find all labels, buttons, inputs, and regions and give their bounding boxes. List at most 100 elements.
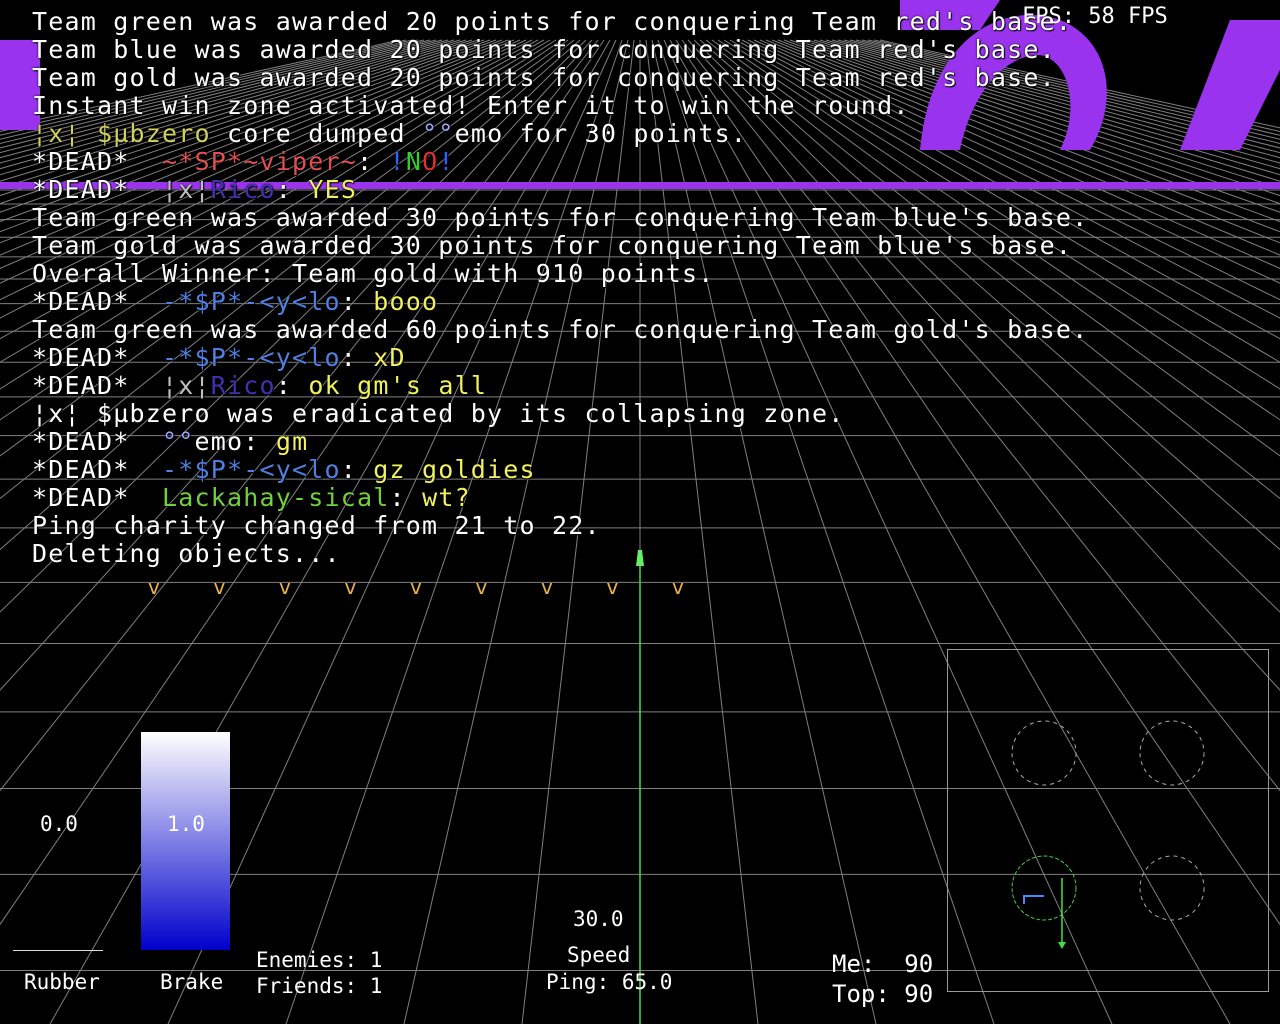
checkpoint-marker: v: [475, 575, 488, 599]
console-segment: *DEAD*: [32, 427, 163, 456]
console-segment: :: [275, 175, 309, 204]
console-segment: :: [389, 483, 423, 512]
minimap-base: [1011, 720, 1077, 786]
console-segment: Team gold was awarded 30 points for conq…: [32, 231, 1073, 260]
console-segment: Rico: [210, 175, 276, 204]
console-segment: Lackahay-sical: [162, 483, 390, 512]
console-segment: O: [422, 147, 439, 176]
console-segment: *DEAD*: [32, 455, 163, 484]
console-line: Team gold was awarded 30 points for conq…: [32, 232, 1272, 260]
my-score: Me: 90: [832, 950, 934, 978]
checkpoint-marker: v: [213, 575, 226, 599]
console-line: Team blue was awarded 20 points for conq…: [32, 36, 1272, 64]
console-line: *DEAD* °°emo: gm: [32, 428, 1272, 456]
friends-count: Friends: 1: [256, 974, 383, 998]
console-segment: Team blue was awarded 20 points for conq…: [32, 35, 1056, 64]
console-segment: :: [243, 427, 276, 456]
rubber-value: 0.0: [40, 812, 78, 836]
console-segment: Team green was awarded 30 points for con…: [32, 203, 1089, 232]
console-segment: Ping charity changed from 21 to 22.: [32, 511, 601, 540]
checkpoint-marker: v: [672, 575, 684, 599]
console-segment: *DEAD*: [32, 343, 163, 372]
console-segment: ~*SP*~viper~: [162, 147, 358, 176]
console-segment: *DEAD*: [32, 371, 163, 400]
minimap: [947, 649, 1269, 992]
console-segment: xD: [373, 343, 406, 372]
rubber-meter: [13, 950, 103, 951]
enemies-count: Enemies: 1: [256, 948, 383, 972]
console-segment: °°: [422, 119, 455, 148]
checkpoint-marker: v: [541, 575, 553, 599]
console-segment: :: [340, 343, 374, 372]
console-segment: gm: [275, 427, 309, 456]
checkpoint-marker: v: [279, 575, 291, 599]
console-segment: Rico: [210, 371, 276, 400]
console-segment: ¦x¦ $µbzero: [32, 119, 211, 148]
minimap-player-trail: [1023, 895, 1044, 904]
console-segment: -*$P*-<y<lo: [162, 455, 341, 484]
console-line: Ping charity changed from 21 to 22.: [32, 512, 1272, 540]
minimap-player-arrow: [1058, 942, 1066, 949]
console-segment: core dumped: [210, 119, 423, 148]
console-segment: emo for 30 points.: [454, 119, 748, 148]
console-line: *DEAD* ~*SP*~viper~: !NO!: [32, 148, 1272, 176]
console-segment: :: [340, 287, 374, 316]
console-segment: *DEAD*: [32, 287, 163, 316]
console-line: Overall Winner: Team gold with 910 point…: [32, 260, 1272, 288]
console-line: Deleting objects...: [32, 540, 1272, 568]
console-line: *DEAD* -*$P*-<y<lo: gz goldies: [32, 456, 1272, 484]
top-score: Top: 90: [832, 980, 934, 1008]
console-segment: *DEAD*: [32, 483, 163, 512]
brake-label: Brake: [160, 970, 224, 994]
console-line: Instant win zone activated! Enter it to …: [32, 92, 1272, 120]
console-segment: booo: [373, 287, 439, 316]
console-segment: wt?: [422, 483, 471, 512]
console-segment: gz goldies: [373, 455, 536, 484]
console-segment: YES: [308, 175, 358, 204]
minimap-base: [1139, 720, 1205, 786]
ping-readout: Ping: 65.0: [546, 970, 673, 994]
fps-counter: FPS: 58 FPS: [1022, 4, 1168, 29]
brake-meter: [141, 732, 230, 950]
console-segment: -*$P*-<y<lo: [162, 343, 341, 372]
console-line: *DEAD* -*$P*-<y<lo: xD: [32, 344, 1272, 372]
speed-label: Speed: [567, 943, 631, 967]
console-segment: :: [340, 455, 374, 484]
checkpoint-marker: v: [606, 575, 619, 599]
console-segment: Overall Winner: Team gold with 910 point…: [32, 259, 715, 288]
console-line: Team green was awarded 30 points for con…: [32, 204, 1272, 232]
console-line: ¦x¦ $µbzero core dumped °°emo for 30 poi…: [32, 120, 1272, 148]
console-segment: °°: [162, 427, 195, 456]
checkpoint-marker: v: [410, 575, 422, 599]
console-segment: -*$P*-<y<lo: [162, 287, 341, 316]
console-segment: Team green was awarded 20 points for con…: [32, 7, 1073, 36]
console-segment: Team green was awarded 60 points for con…: [32, 315, 1089, 344]
console-segment: :: [275, 371, 309, 400]
rubber-label: Rubber: [24, 970, 100, 994]
console-line: ¦x¦ $µbzero was eradicated by its collap…: [32, 400, 1272, 428]
console-line: Team gold was awarded 20 points for conq…: [32, 64, 1272, 92]
console-segment: ¦x¦ $µbzero was eradicated by its collap…: [32, 399, 845, 428]
console-segment: !: [438, 147, 455, 176]
console-line: *DEAD* -*$P*-<y<lo: booo: [32, 288, 1272, 316]
console-segment: *DEAD*: [32, 147, 163, 176]
console-line: *DEAD* Lackahay-sical: wt?: [32, 484, 1272, 512]
console-line: Team green was awarded 60 points for con…: [32, 316, 1272, 344]
console-segment: N: [405, 147, 423, 176]
console-segment: ¦x¦: [162, 175, 211, 204]
console-segment: ¦x¦: [162, 371, 211, 400]
console-segment: !: [389, 147, 406, 176]
console-segment: Deleting objects...: [32, 539, 341, 568]
console-segment: emo: [194, 427, 244, 456]
checkpoint-marker: v: [344, 575, 357, 599]
minimap-base: [1011, 855, 1077, 921]
console-segment: Instant win zone activated! Enter it to …: [32, 91, 910, 120]
console-segment: ok gm's all: [308, 371, 488, 400]
chat-console: Team green was awarded 20 points for con…: [32, 8, 1272, 568]
console-segment: Team gold was awarded 20 points for conq…: [32, 63, 1056, 92]
console-line: *DEAD* ¦x¦Rico: YES: [32, 176, 1272, 204]
console-segment: :: [357, 147, 390, 176]
checkpoint-marker: v: [148, 575, 160, 599]
brake-value: 1.0: [167, 812, 205, 836]
speed-value: 30.0: [573, 907, 624, 931]
